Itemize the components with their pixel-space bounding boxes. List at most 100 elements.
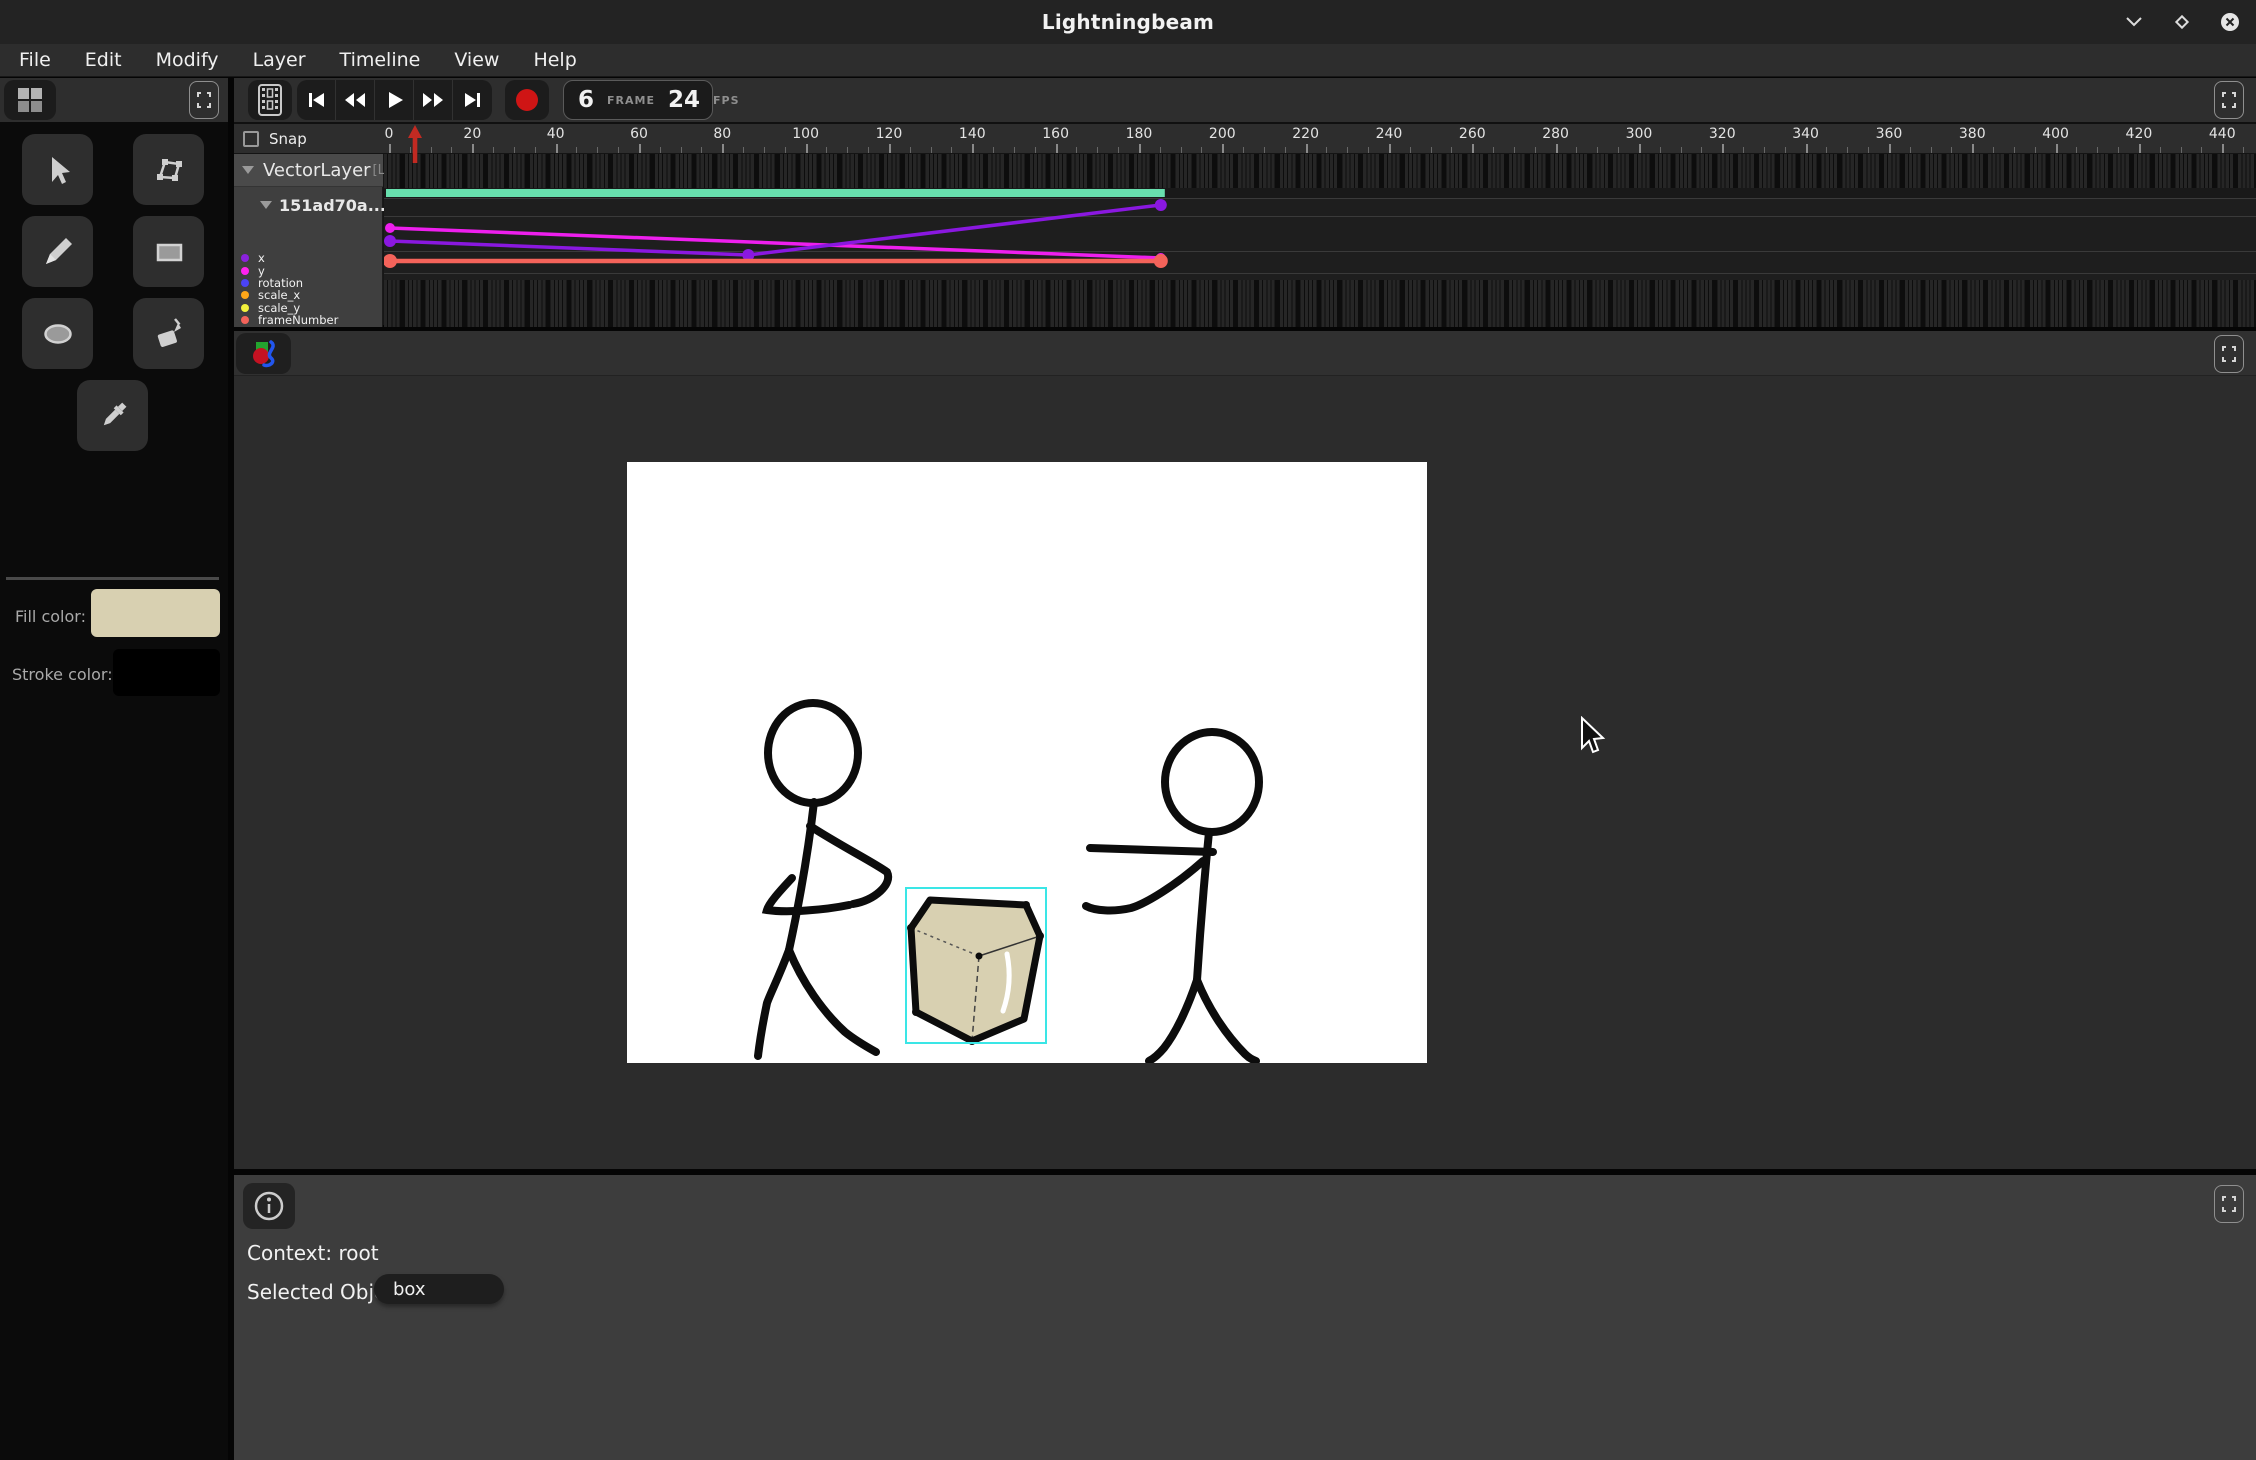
ruler-minor-tick [1014, 147, 1015, 153]
box-object[interactable] [907, 900, 1044, 1045]
ruler-minor-tick [1618, 147, 1619, 153]
playback-controls [297, 80, 492, 120]
stage-panel[interactable] [234, 331, 2256, 1169]
maximize-button[interactable] [2172, 12, 2192, 32]
curve-x[interactable] [390, 205, 1161, 255]
menu-view[interactable]: View [437, 49, 516, 71]
tool-ellipse-button[interactable] [22, 298, 93, 369]
timeline-property-scale_x[interactable]: scale_x [234, 289, 383, 301]
window-title: Lightningbeam [1042, 10, 1214, 34]
ruler-minor-tick [1326, 147, 1327, 153]
ruler-minor-tick [493, 147, 494, 153]
timeline-expand-button[interactable] [2214, 81, 2244, 119]
snap-checkbox[interactable] [243, 131, 259, 147]
stage-expand-button[interactable] [2214, 335, 2244, 373]
ruler-major-tick [1222, 144, 1224, 153]
app-window: Lightningbeam File Edit Modify Layer Tim… [0, 0, 2256, 1460]
tool-eyedropper-button[interactable] [77, 380, 148, 451]
playhead[interactable] [408, 125, 422, 163]
timeline-property-rotation[interactable]: rotation [234, 277, 383, 289]
property-color-dot [241, 267, 249, 275]
layer-row-sublayer[interactable]: 151ad70a... ~ [234, 187, 383, 223]
inspector-expand-button[interactable] [2214, 1185, 2244, 1223]
keyframe-dot-frameNumber[interactable] [384, 254, 397, 268]
stick-figure-right[interactable] [1086, 732, 1259, 1061]
layer-row-vectorlayer[interactable]: VectorLayer [L] [234, 154, 383, 187]
curve-y[interactable] [390, 228, 1161, 258]
ruler-minor-tick [993, 147, 994, 153]
ruler-major-tick [1972, 144, 1974, 153]
ruler-minor-tick [1847, 147, 1848, 153]
keyframe-dot-y[interactable] [385, 223, 395, 233]
ruler-minor-tick [2243, 147, 2244, 153]
sidebar-header [0, 78, 228, 122]
info-button[interactable] [243, 1183, 295, 1229]
collapse-triangle-icon[interactable] [260, 201, 272, 209]
ruler-label: 240 [1376, 126, 1403, 142]
ruler-minor-tick [2035, 147, 2036, 153]
minimize-button[interactable] [2124, 12, 2144, 32]
toolbox-expand-button[interactable] [189, 81, 219, 119]
ruler-label: 0 [385, 126, 394, 142]
grid-icon [16, 86, 44, 114]
ruler-minor-tick [1701, 147, 1702, 153]
tool-pencil-button[interactable] [22, 216, 93, 287]
ruler-label: 220 [1292, 126, 1319, 142]
timeline-property-x[interactable]: x [234, 252, 383, 264]
ruler-major-tick [1639, 144, 1641, 153]
grid-view-button[interactable] [4, 80, 56, 120]
tool-transform-button[interactable] [133, 134, 204, 205]
current-frame-value[interactable]: 6 [578, 87, 594, 113]
stroke-color-swatch[interactable] [113, 649, 220, 696]
keyframe-dot-x[interactable] [384, 235, 396, 247]
rewind-button[interactable] [336, 80, 375, 120]
menu-timeline[interactable]: Timeline [323, 49, 438, 71]
close-button[interactable] [2220, 12, 2240, 32]
stick-figure-left[interactable] [758, 703, 888, 1056]
property-color-dot [241, 304, 249, 312]
drawing-canvas[interactable] [627, 462, 1427, 1063]
fill-color-swatch[interactable] [91, 589, 220, 637]
fps-value[interactable]: 24 [668, 87, 700, 113]
film-export-button[interactable] [248, 80, 292, 120]
selected-object-field[interactable]: box [374, 1274, 504, 1304]
menu-edit[interactable]: Edit [68, 49, 139, 71]
ruler-minor-tick [1910, 147, 1911, 153]
window-controls [2124, 0, 2240, 44]
ruler-major-tick [1139, 144, 1141, 153]
collapse-triangle-icon[interactable] [242, 166, 254, 174]
rewind-icon [343, 88, 367, 112]
menu-modify[interactable]: Modify [139, 49, 236, 71]
record-button[interactable] [505, 80, 549, 120]
ruler-minor-tick [2076, 147, 2077, 153]
timeline-property-scale_y[interactable]: scale_y [234, 302, 383, 314]
chevron-down-icon [2127, 18, 2141, 25]
menu-file[interactable]: File [2, 49, 68, 71]
play-button[interactable] [375, 80, 414, 120]
timeline-frames-area[interactable] [384, 154, 2256, 327]
keyframe-dot-x[interactable] [1155, 199, 1167, 211]
keyframe-dot-frameNumber[interactable] [1154, 254, 1168, 268]
skip-to-start-button[interactable] [297, 80, 336, 120]
stage-tab-button[interactable] [236, 333, 291, 374]
animation-curves [384, 154, 2256, 327]
ruler-major-tick [556, 144, 558, 153]
tool-select-button[interactable] [22, 134, 93, 205]
frame-unit-label: FRAME [607, 94, 655, 107]
timeline-property-frameNumber[interactable]: frameNumber [234, 314, 383, 326]
layer-clip-bar[interactable] [386, 189, 1165, 197]
expand-icon [2220, 1195, 2238, 1213]
tool-rectangle-button[interactable] [133, 216, 204, 287]
sublayer-name: 151ad70a... [279, 196, 386, 215]
timeline-property-y[interactable]: y [234, 264, 383, 276]
ruler-label: 180 [1126, 126, 1153, 142]
tool-paint-bucket-button[interactable] [133, 298, 204, 369]
skip-to-end-button[interactable] [453, 80, 492, 120]
fps-unit-label: FPS [713, 94, 740, 107]
menu-help[interactable]: Help [516, 49, 593, 71]
fast-forward-button[interactable] [414, 80, 453, 120]
property-list: xyrotationscale_xscale_yframeNumber [234, 252, 383, 326]
timeline-ruler[interactable]: 0204060801001201401601802002202402602803… [383, 124, 2256, 154]
shapes-scene-icon [249, 339, 279, 369]
menu-layer[interactable]: Layer [236, 49, 323, 71]
